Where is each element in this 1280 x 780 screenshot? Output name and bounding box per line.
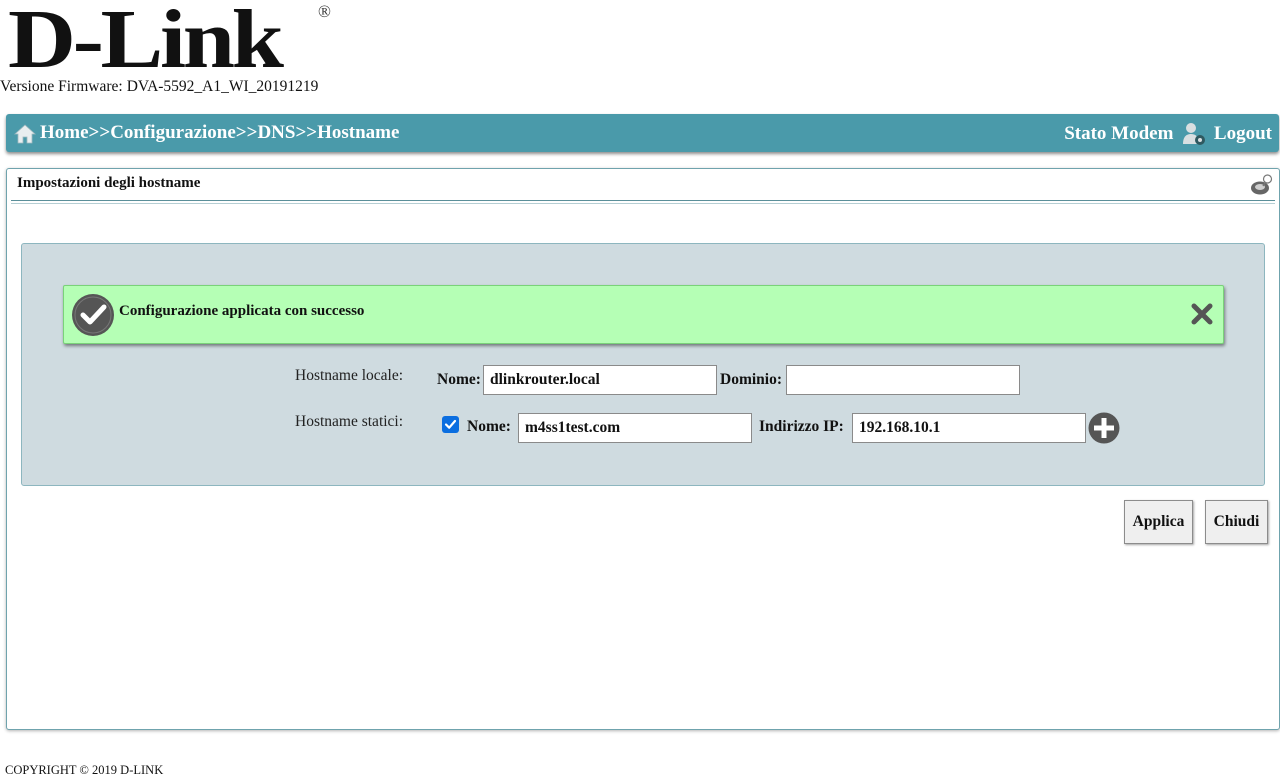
firmware-version: Versione Firmware: DVA-5592_A1_WI_2019121… — [0, 78, 322, 96]
nav-actions: Stato Modem Logout — [1064, 122, 1272, 146]
static-name-input[interactable] — [518, 413, 752, 443]
panel-title: Impostazioni degli hostname — [17, 175, 201, 191]
home-icon[interactable] — [14, 124, 36, 144]
firmware-label: Versione Firmware: — [0, 78, 123, 95]
apply-button[interactable]: Applica — [1124, 500, 1193, 544]
nav-bar: Home>>Configurazione>>DNS>>Hostname Stat… — [6, 114, 1279, 152]
title-divider — [11, 200, 1275, 201]
copyright: COPYRIGHT © 2019 D-LINK — [5, 763, 164, 777]
hostname-form: Configurazione applicata con successo Ho… — [21, 243, 1265, 486]
help-icon[interactable] — [1249, 173, 1273, 197]
breadcrumb[interactable]: Home>>Configurazione>>DNS>>Hostname — [40, 122, 399, 144]
local-name-label: Nome: — [437, 371, 481, 388]
logout-link[interactable]: Logout — [1214, 123, 1272, 145]
static-name-label: Nome: — [467, 418, 511, 435]
hostname-settings-panel: Impostazioni degli hostname Configurazio… — [6, 168, 1280, 730]
firmware-value: DVA-5592_A1_WI_20191219 — [126, 78, 319, 95]
local-hostname-label: Hostname locale: — [295, 367, 404, 384]
domain-input[interactable] — [786, 365, 1020, 395]
close-icon[interactable] — [1191, 303, 1213, 325]
page: D-Link ® Versione Firmware: DVA-5592_A1_W… — [0, 0, 1280, 780]
registered-mark: ® — [318, 2, 331, 21]
static-hostname-label: Hostname statici: — [295, 413, 404, 430]
stato-modem-link[interactable]: Stato Modem — [1064, 123, 1173, 145]
ip-address-label: Indirizzo IP: — [759, 418, 844, 435]
alert-message: Configurazione applicata con successo — [119, 303, 365, 319]
static-enable-checkbox[interactable] — [442, 416, 459, 433]
check-circle-icon — [72, 294, 114, 336]
dlink-logo: D-Link — [8, 0, 284, 86]
domain-label: Dominio: — [720, 371, 782, 388]
success-alert: Configurazione applicata con successo — [63, 285, 1224, 344]
checkmark-icon — [444, 419, 457, 429]
title-divider-light — [11, 203, 1275, 204]
close-button[interactable]: Chiudi — [1205, 500, 1268, 544]
plus-circle-icon[interactable] — [1088, 412, 1120, 444]
user-gear-icon[interactable] — [1182, 122, 1206, 146]
ip-address-input[interactable] — [852, 413, 1086, 443]
local-name-input[interactable] — [483, 365, 717, 395]
